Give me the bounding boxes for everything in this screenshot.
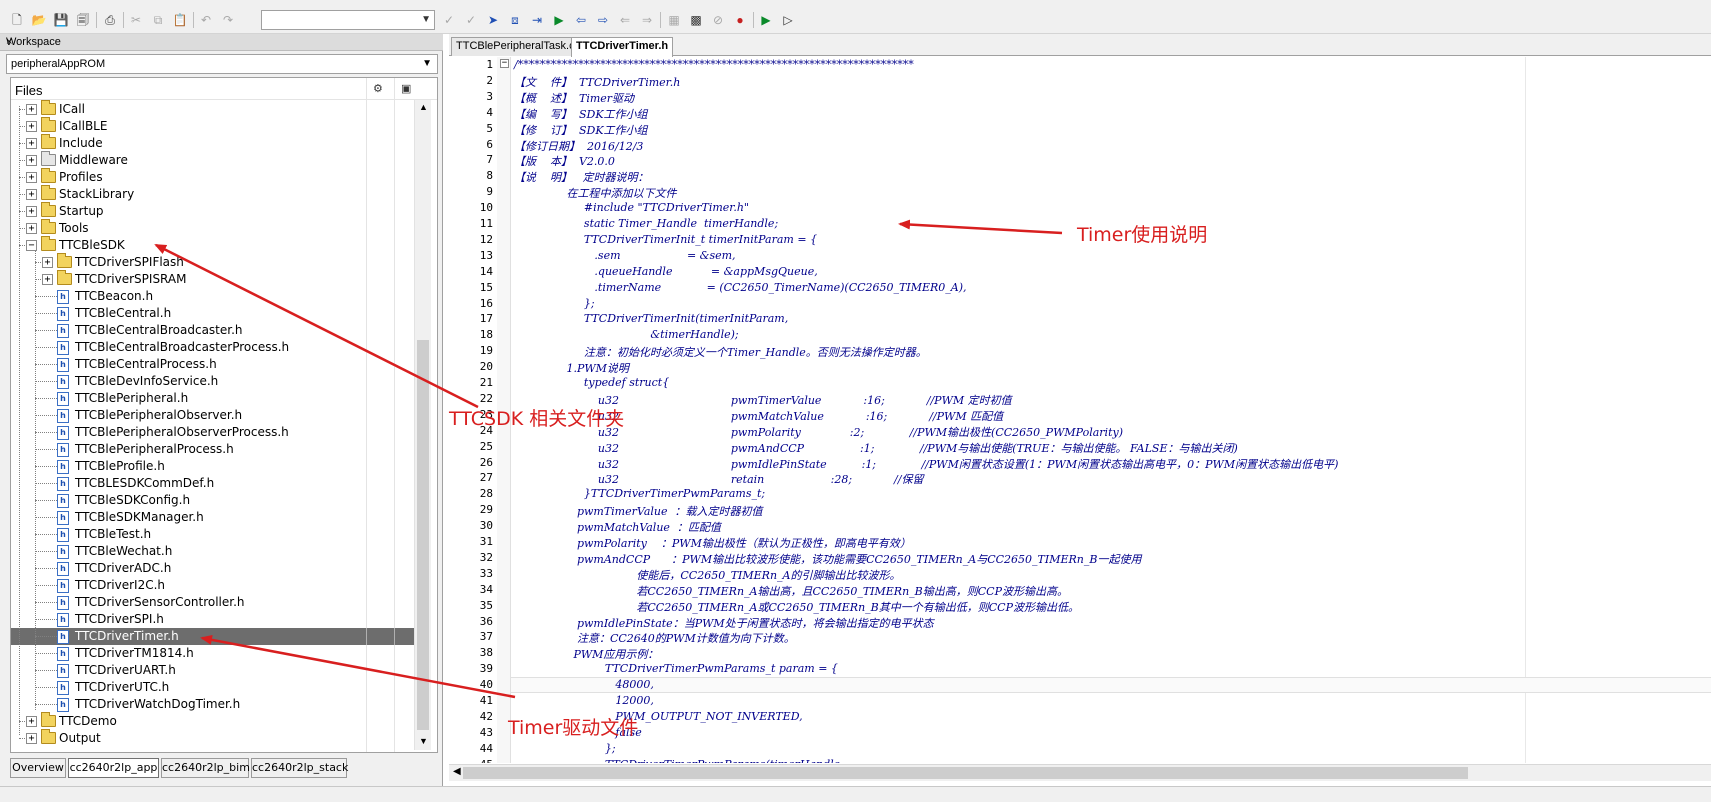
annotation-sdk-folder: TTCSDK 相关文件夹 [449,408,625,430]
arrow-timer-usage [898,219,1063,235]
annotation-timer-driver: Timer驱动文件 [508,717,639,739]
arrow-timer-driver [200,634,516,699]
annotation-timer-usage: Timer使用说明 [1077,224,1208,246]
annotation-arrows [154,219,1063,699]
arrow-sdk-folder [154,243,479,409]
